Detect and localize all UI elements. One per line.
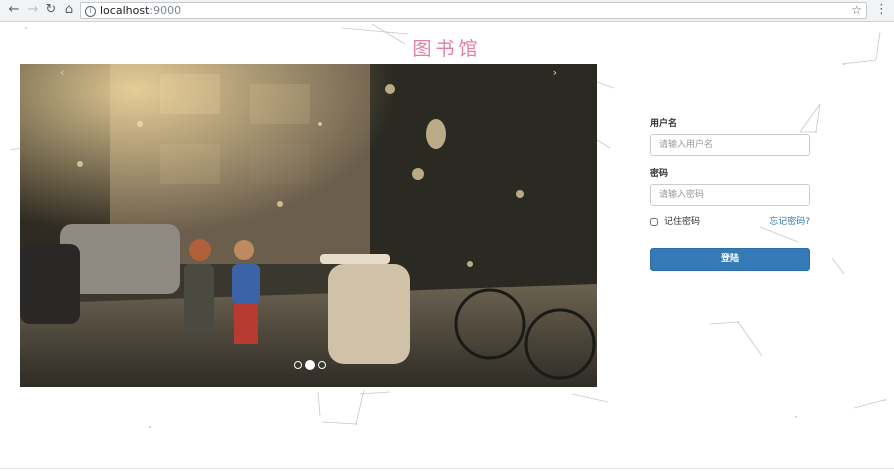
password-label: 密码: [650, 169, 669, 179]
url-host: localhost: [100, 4, 150, 17]
carousel-prev-arrow[interactable]: ‹: [60, 66, 64, 79]
forward-icon[interactable]: →: [25, 2, 41, 18]
username-input[interactable]: [650, 134, 810, 156]
carousel-slide-image: [20, 64, 597, 387]
reload-icon[interactable]: ↻: [43, 2, 59, 18]
carousel-next-arrow[interactable]: ›: [553, 66, 557, 79]
remember-checkbox[interactable]: [650, 218, 658, 226]
address-bar[interactable]: i localhost:9000 ☆: [80, 2, 867, 19]
home-icon[interactable]: ⌂: [61, 2, 77, 18]
page-title: 图书馆: [412, 38, 482, 60]
browser-toolbar: ← → ↻ ⌂ i localhost:9000 ☆ ⋮: [0, 0, 894, 22]
login-form: 用户名 密码 记住密码 忘记密码? 登陆: [650, 118, 810, 271]
carousel-indicator-active[interactable]: [305, 359, 315, 370]
carousel-indicator[interactable]: [318, 360, 326, 369]
star-icon[interactable]: ☆: [851, 3, 862, 18]
url-port: :9000: [149, 4, 182, 17]
kebab-menu-icon[interactable]: ⋮: [875, 2, 888, 17]
info-icon[interactable]: i: [85, 5, 96, 17]
remember-row: 记住密码 忘记密码?: [650, 216, 810, 230]
image-carousel[interactable]: ‹ ›: [20, 64, 597, 387]
remember-label[interactable]: 记住密码: [664, 216, 700, 228]
carousel-indicators: [294, 354, 329, 370]
username-label: 用户名: [650, 119, 678, 129]
login-button[interactable]: 登陆: [650, 248, 810, 271]
back-icon[interactable]: ←: [6, 2, 22, 18]
password-input[interactable]: [650, 184, 810, 206]
page-bottom-divider: [0, 468, 894, 469]
forgot-password-link[interactable]: 忘记密码?: [769, 216, 810, 228]
carousel-indicator[interactable]: [294, 360, 302, 369]
